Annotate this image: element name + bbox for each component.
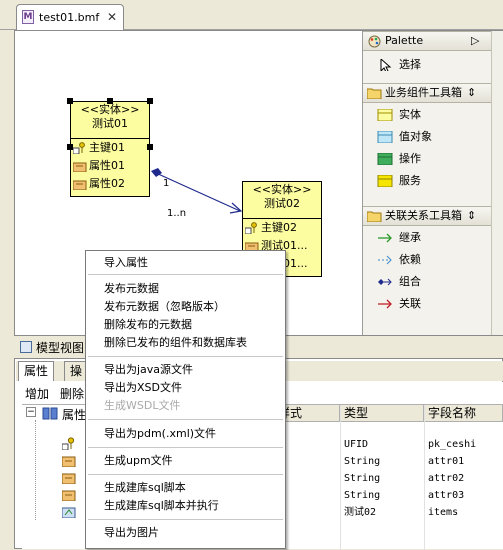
- palette-scrollbar[interactable]: [491, 31, 503, 335]
- menu-item-publish-metadata[interactable]: 发布元数据: [104, 280, 159, 298]
- entity-stereotype: <<实体>>: [252, 183, 312, 196]
- column-header-type[interactable]: 类型: [340, 405, 424, 422]
- tree-collapse-icon[interactable]: −: [26, 407, 36, 417]
- editor-tab[interactable]: M test01.bmf ✕: [16, 4, 124, 30]
- divider: [88, 519, 283, 520]
- resize-handle[interactable]: [147, 144, 153, 150]
- reference-attribute-icon: [62, 507, 76, 518]
- context-menu: 导入属性 发布元数据 发布元数据（忽略版本） 删除发布的元数据 删除已发布的组件…: [85, 250, 286, 549]
- service-icon: [377, 175, 393, 187]
- expand-arrows-icon[interactable]: ⇕: [467, 84, 476, 102]
- attribute-icon: [62, 456, 76, 467]
- primary-key-icon: [73, 142, 85, 154]
- menu-item-import-attributes[interactable]: 导入属性: [104, 254, 148, 272]
- attribute-icon: [73, 162, 87, 172]
- source-multiplicity: 1: [163, 178, 170, 189]
- arrow-cursor-icon: [380, 59, 392, 71]
- palette-panel: Palette ▷ 选择 业务组件工具箱 ⇕ 实体 值对象 操作 服务 关联关系…: [362, 31, 491, 335]
- association-arrow-icon: [378, 299, 392, 309]
- divider: [88, 274, 283, 275]
- menu-item-publish-metadata-ignore-version[interactable]: 发布元数据（忽略版本）: [104, 298, 225, 316]
- composition-arrow-icon: [378, 278, 392, 286]
- menu-item-delete-published-components[interactable]: 删除已发布的组件和数据库表: [104, 334, 247, 352]
- arrowhead-icon: [229, 202, 243, 214]
- inheritance-arrow-icon: [378, 233, 392, 243]
- folder-icon: [367, 88, 382, 99]
- operation-icon: [377, 153, 393, 165]
- resize-handle[interactable]: [67, 98, 73, 104]
- editor-tab-label: test01.bmf: [39, 11, 100, 24]
- divider: [88, 447, 283, 448]
- divider: [88, 356, 283, 357]
- model-file-icon: M: [22, 10, 34, 24]
- palette-group-header[interactable]: 业务组件工具箱 ⇕: [363, 83, 491, 103]
- attribute-icon: [73, 180, 87, 190]
- menu-item-delete-published-metadata[interactable]: 删除发布的元数据: [104, 316, 192, 334]
- palette-header[interactable]: Palette ▷: [363, 31, 491, 51]
- menu-item-generate-wsdl: 生成WSDL文件: [104, 399, 181, 412]
- tree-root-label[interactable]: 属性: [62, 406, 86, 423]
- primary-key-icon: [62, 437, 75, 450]
- menu-item-generate-sql[interactable]: 生成建库sql脚本: [104, 479, 186, 497]
- primary-key-icon: [245, 222, 257, 234]
- tab-properties[interactable]: 属性: [18, 361, 54, 381]
- entity-name: 测试02: [264, 197, 300, 210]
- palette-icon: [368, 35, 381, 48]
- menu-item-export-java[interactable]: 导出为java源文件: [104, 361, 193, 379]
- entity-stereotype: <<实体>>: [80, 103, 140, 116]
- close-tab-icon[interactable]: ✕: [107, 10, 117, 24]
- menu-item-generate-upm[interactable]: 生成upm文件: [104, 452, 173, 470]
- resize-handle[interactable]: [147, 98, 153, 104]
- menu-item-export-pdm[interactable]: 导出为pdm(.xml)文件: [104, 425, 216, 443]
- dependency-arrow-icon: [378, 255, 392, 265]
- value-object-icon: [377, 131, 393, 143]
- entity-icon: [377, 109, 393, 121]
- menu-item-generate-sql-execute[interactable]: 生成建库sql脚本并执行: [104, 497, 219, 515]
- triangle-right-icon[interactable]: ▷: [471, 32, 479, 50]
- menu-item-export-xsd[interactable]: 导出为XSD文件: [104, 379, 182, 397]
- attribute-icon: [62, 473, 76, 484]
- target-multiplicity: 1..n: [167, 208, 187, 219]
- folder-icon: [367, 211, 382, 222]
- column-header-field[interactable]: 字段名称: [424, 405, 503, 422]
- delete-button[interactable]: 删除: [60, 385, 84, 402]
- divider: [88, 419, 283, 420]
- menu-item-export-image[interactable]: 导出为图片: [104, 524, 159, 542]
- resize-handle[interactable]: [107, 98, 113, 104]
- add-button[interactable]: 增加: [25, 385, 49, 402]
- divider: [88, 474, 283, 475]
- attribute-icon: [62, 490, 76, 501]
- composition-diamond-icon: [151, 168, 162, 177]
- model-view-title[interactable]: 模型视图: [36, 339, 84, 356]
- expand-arrows-icon[interactable]: ⇕: [467, 207, 476, 225]
- model-view-icon: [20, 341, 32, 353]
- entity-box-ceshi01[interactable]: <<实体>> 测试01 主键01 属性01 属性02: [70, 101, 150, 197]
- palette-group-header[interactable]: 关联关系工具箱 ⇕: [363, 206, 491, 226]
- book-icon: [42, 407, 58, 420]
- entity-name: 测试01: [92, 117, 128, 130]
- palette-title: Palette: [385, 34, 424, 47]
- resize-handle[interactable]: [67, 144, 73, 150]
